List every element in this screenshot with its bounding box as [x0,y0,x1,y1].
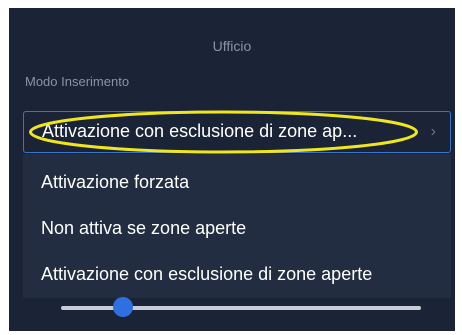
slider-thumb[interactable] [113,297,133,317]
option-label: Attivazione forzata [41,172,190,192]
mode-select-value: Attivazione con esclusione di zone ap... [42,121,358,141]
option-non-attiva-se-zone-aperte[interactable]: Non attiva se zone aperte [23,206,451,250]
page-title: Ufficio [212,38,252,54]
option-label: Attivazione con esclusione di zone apert… [41,264,373,284]
option-label: Non attiva se zone aperte [41,218,247,238]
option-attivazione-con-esclusione[interactable]: Attivazione con esclusione di zone apert… [23,252,451,296]
app-window: Ufficio Modo Inserimento Attivazione con… [9,8,455,331]
mode-dropdown-menu: Attivazione forzata Non attiva se zone a… [23,154,451,298]
mode-label: Modo Inserimento [25,74,130,89]
chevron-right-icon: › [430,123,436,140]
option-attivazione-forzata[interactable]: Attivazione forzata [23,160,451,204]
mode-select[interactable]: Attivazione con esclusione di zone ap...… [23,111,451,153]
